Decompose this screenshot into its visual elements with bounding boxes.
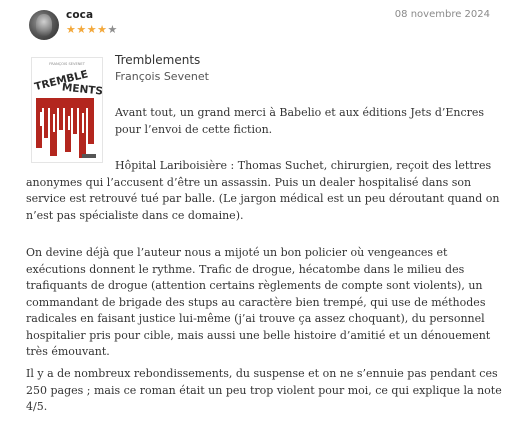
book-title-link[interactable]: Tremblements [115,53,200,67]
review-card: coca ★★★★★ 08 novembre 2024 FRANÇOIS SEV… [0,0,508,421]
book-author-link[interactable]: François Sevenet [115,70,209,83]
review-paragraph-3: On devine déjà que l’auteur nous a mijot… [26,246,491,358]
cover-author: FRANÇOIS SEVENET [49,62,86,66]
review-date: 08 novembre 2024 [394,9,490,20]
review-paragraph-1: Avant tout, un grand merci à Babelio et … [115,106,485,136]
star-icon-1: ★ [66,23,77,36]
star-icon-5: ★ [107,23,118,36]
book-cover[interactable]: FRANÇOIS SEVENET TREMBLE MENTS [31,57,103,163]
rating-stars: ★★★★★ [66,24,118,36]
username-link[interactable]: coca [66,9,93,21]
star-icon-2: ★ [76,23,87,36]
avatar-image [36,14,52,36]
star-icon-4: ★ [97,23,108,36]
book-cover-illustration: FRANÇOIS SEVENET TREMBLE MENTS [32,58,102,162]
review-paragraph-2: Hôpital Lariboisière : Thomas Suchet, ch… [26,159,500,222]
star-icon-3: ★ [86,23,98,36]
review-paragraph-4: Il y a de nombreux rebondissements, du s… [26,367,502,413]
avatar[interactable] [29,10,59,40]
